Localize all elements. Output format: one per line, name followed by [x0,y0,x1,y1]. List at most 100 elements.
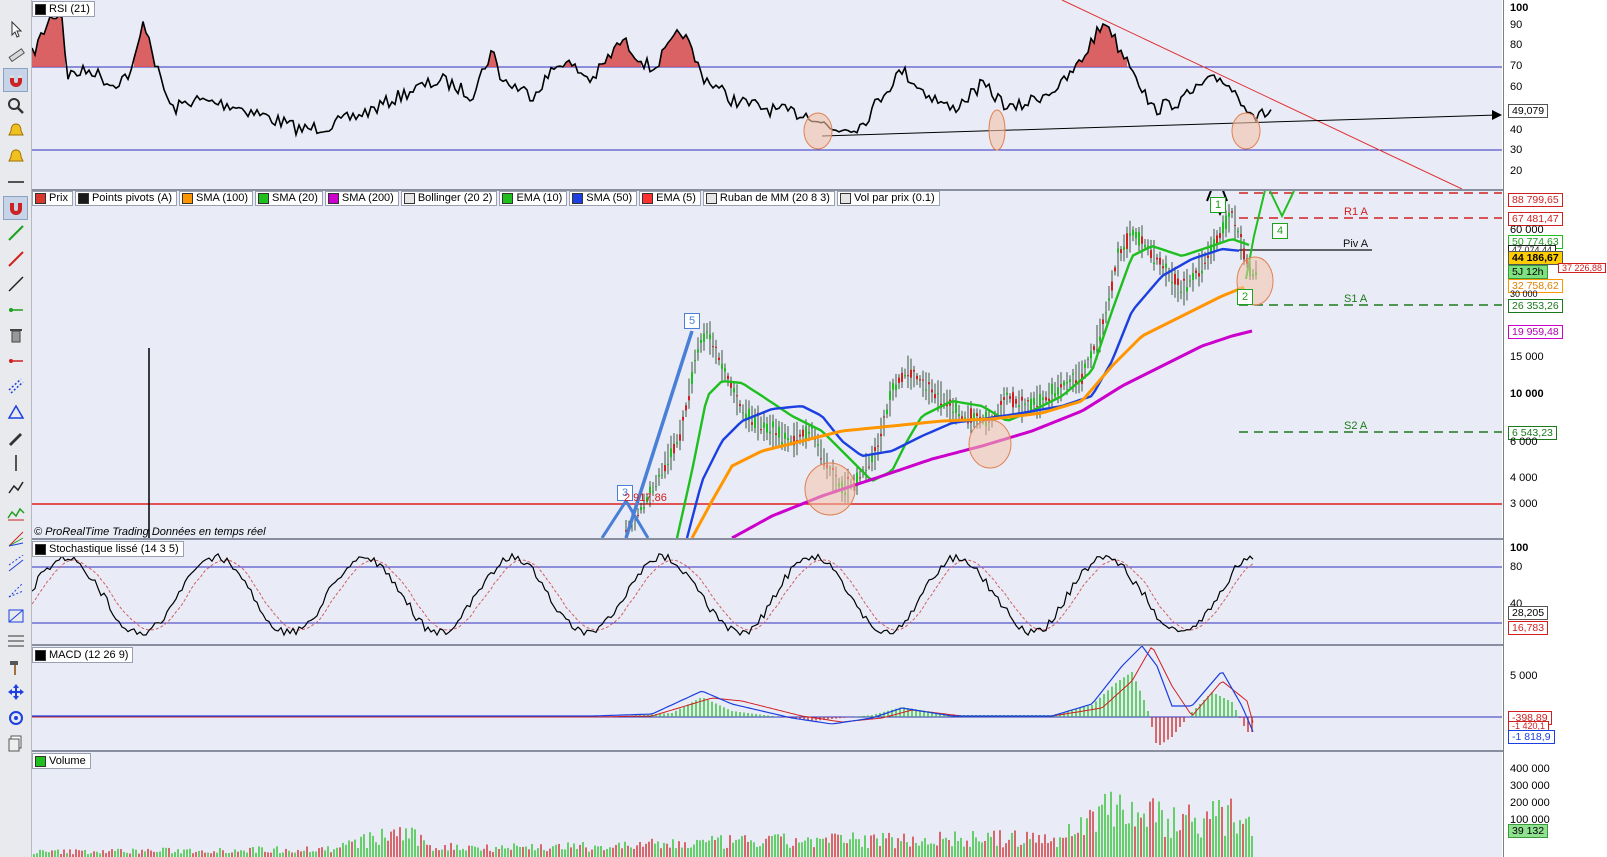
tool-indicator[interactable] [3,502,28,526]
tool-horizontal-line[interactable] [3,170,28,194]
chart-area[interactable]: RSI (21) © ProRealTime Trading Données e… [32,0,1502,857]
macd-panel-label[interactable]: MACD (12 26 9) [32,647,134,663]
candle-body [721,363,723,369]
price-tick: 6 000 [1510,436,1538,448]
legend-label: EMA (5) [656,192,696,204]
legend-item[interactable]: EMA (10) [499,191,568,206]
candle-body [1111,281,1113,291]
tool-trendline[interactable] [3,272,28,296]
candle-body [772,421,774,428]
candle-body [778,426,780,438]
tool-ruler[interactable] [3,43,28,67]
wave-label-2: 2 [1237,289,1253,305]
tool-move[interactable] [3,680,28,704]
legend-item[interactable]: SMA (200) [324,191,399,206]
price-panel[interactable]: © ProRealTime Trading Données en temps r… [32,191,1502,538]
tool-trash[interactable] [3,323,28,347]
tool-trendline-red[interactable] [3,247,28,271]
tool-gann[interactable] [3,604,28,628]
legend-item[interactable]: SMA (100) [179,191,254,206]
candle-body [1069,379,1071,382]
candle-body [655,486,657,488]
tool-fibonacci[interactable] [3,400,28,424]
panel-separator[interactable] [32,538,1607,540]
panel-separator[interactable] [32,644,1607,646]
tool-pitchfork[interactable] [3,553,28,577]
tool-magnet-active[interactable] [3,195,28,220]
candle-body [1225,215,1227,229]
legend-label: SMA (50) [586,192,633,204]
candle-body [1195,270,1197,273]
fibonacci-fan-icon [8,582,23,598]
tool-trendline-green[interactable] [3,221,28,245]
stochastic-panel[interactable]: Stochastique lissé (14 3 5) [32,540,1502,644]
tool-fan[interactable] [3,527,28,551]
candle-body [1057,387,1059,395]
tool-magnet[interactable] [3,68,28,92]
legend-item[interactable]: EMA (5) [639,191,701,206]
tool-layers[interactable] [3,731,28,755]
macd-panel[interactable]: MACD (12 26 9) [32,646,1502,750]
stoch-tick: 80 [1510,561,1523,573]
price-axis[interactable]: 100 90 80 70 60 49,079 40 30 20 88 799,6… [1503,0,1607,857]
candle-body [1009,396,1011,399]
legend-item[interactable]: SMA (20) [255,191,323,206]
panel-separator[interactable] [32,750,1607,752]
drawing-toolbar [0,0,32,857]
candle-body [667,463,669,465]
candle-body [1000,400,1002,405]
tool-vertical-line[interactable] [3,451,28,475]
tool-fibonacci-fan[interactable] [3,578,28,602]
candle-body [799,434,801,437]
candle-body [1114,267,1116,272]
tool-hammer[interactable] [3,655,28,679]
tool-alarm-bell[interactable] [3,145,28,169]
volume-panel[interactable]: Volume [32,752,1502,857]
price-tick: 4 000 [1510,472,1538,484]
candle-body [706,331,708,333]
wave-label-4: 4 [1272,223,1288,239]
tool-segment[interactable] [3,349,28,373]
candle-body [1099,336,1101,341]
legend-item[interactable]: Points pivots (A) [74,191,178,206]
tool-brush[interactable] [3,425,28,449]
candle-body [1027,400,1029,402]
volume-tick: 200 000 [1510,797,1550,809]
legend-swatch [502,193,514,204]
legend-item[interactable]: Ruban de MM (20 8 3) [702,191,835,206]
panel-separator[interactable] [32,189,1607,191]
brush-icon [8,433,22,446]
tool-cursor[interactable] [3,17,28,41]
candle-body [1189,280,1191,282]
tool-polyline[interactable] [3,476,28,500]
tool-ray[interactable] [3,298,28,322]
volume-label-text: Volume [49,755,86,767]
tool-fibonacci-retracement[interactable] [3,629,28,653]
legend-item[interactable]: SMA (50) [569,191,638,206]
move-icon [7,684,24,700]
rsi-panel[interactable]: RSI (21) [32,0,1502,189]
candle-body [1105,312,1107,314]
candle-body [724,368,726,372]
stoch-panel-label[interactable]: Stochastique lissé (14 3 5) [32,541,184,557]
legend-item[interactable]: Bollinger (20 2) [400,191,498,206]
tool-drawing-settings[interactable] [3,706,28,730]
candle-body [676,442,678,444]
price-tick: 3 000 [1510,498,1538,510]
rsi-panel-label[interactable]: RSI (21) [32,1,95,17]
volume-panel-label[interactable]: Volume [32,753,91,769]
channel-icon [7,378,24,394]
candle-body [1180,291,1182,293]
tool-channel[interactable] [3,374,28,398]
pivot-r1-label: R1 A [1344,206,1368,218]
candle-body [1126,233,1128,249]
legend-item[interactable]: Prix [32,191,73,206]
tool-alarm-bell[interactable] [3,119,28,143]
candle-body [673,443,675,454]
candle-body [784,432,786,439]
candle-body [679,434,681,441]
legend-item[interactable]: Vol par prix (0.1) [836,191,940,206]
fibonacci-icon [7,404,24,419]
segment-icon [8,358,23,363]
tool-zoom[interactable] [3,94,28,118]
